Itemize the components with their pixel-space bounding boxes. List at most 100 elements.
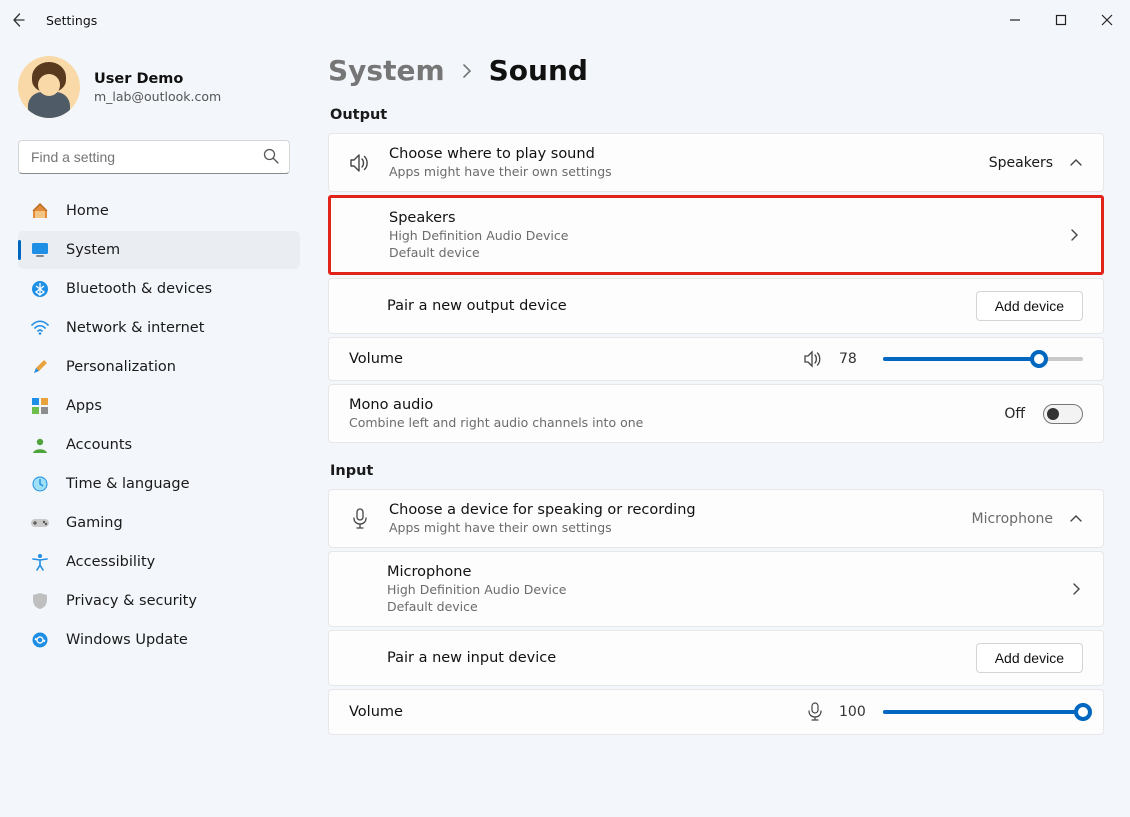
apps-icon <box>30 397 50 415</box>
search-icon <box>262 147 280 165</box>
home-icon <box>30 202 50 220</box>
titlebar: Settings <box>0 0 1130 40</box>
sidebar-item-label: Windows Update <box>66 632 188 648</box>
output-choose-subtitle: Apps might have their own settings <box>389 164 971 179</box>
sidebar-item-label: Accounts <box>66 437 132 453</box>
system-icon <box>30 242 50 258</box>
input-volume-value: 100 <box>839 704 867 720</box>
breadcrumb-parent[interactable]: System <box>328 54 445 87</box>
sidebar-item-label: Apps <box>66 398 102 414</box>
sidebar-item-accessibility[interactable]: Accessibility <box>18 543 300 581</box>
input-choose-value: Microphone <box>972 511 1054 527</box>
chevron-right-icon <box>1069 582 1083 596</box>
mono-audio-row: Mono audio Combine left and right audio … <box>328 384 1104 443</box>
sidebar-item-time-language[interactable]: Time & language <box>18 465 300 503</box>
speakers-title: Speakers <box>389 210 1049 226</box>
sidebar-item-label: Personalization <box>66 359 176 375</box>
microphone-icon[interactable] <box>807 702 823 722</box>
accessibility-icon <box>30 553 50 571</box>
section-input-label: Input <box>330 463 1104 479</box>
add-input-device-button[interactable]: Add device <box>976 643 1083 673</box>
chevron-up-icon <box>1069 156 1083 170</box>
microphone-line2: Default device <box>387 599 1051 614</box>
sidebar-item-network[interactable]: Network & internet <box>18 309 300 347</box>
page-title: Sound <box>489 54 588 87</box>
main-content: System Sound Output Choose where to play… <box>310 40 1130 817</box>
mono-subtitle: Combine left and right audio channels in… <box>349 415 986 430</box>
search-input[interactable] <box>18 140 290 174</box>
chevron-up-icon <box>1069 512 1083 526</box>
sidebar-item-label: Home <box>66 203 109 219</box>
sidebar-item-bluetooth[interactable]: Bluetooth & devices <box>18 270 300 308</box>
output-volume-label: Volume <box>349 351 785 367</box>
sidebar-item-label: Network & internet <box>66 320 204 336</box>
microphone-icon <box>349 508 371 530</box>
person-icon <box>30 436 50 454</box>
window-title: Settings <box>46 13 97 28</box>
back-button[interactable] <box>10 12 28 28</box>
speakers-line1: High Definition Audio Device <box>389 228 1049 243</box>
sidebar-item-personalization[interactable]: Personalization <box>18 348 300 386</box>
close-button[interactable] <box>1084 3 1130 37</box>
input-volume-row: Volume 100 <box>328 689 1104 735</box>
add-output-device-button[interactable]: Add device <box>976 291 1083 321</box>
input-volume-slider[interactable] <box>883 710 1083 714</box>
output-choose-value: Speakers <box>989 155 1053 171</box>
avatar <box>18 56 80 118</box>
speaker-icon <box>349 153 371 173</box>
user-block[interactable]: User Demo m_lab@outlook.com <box>18 52 300 136</box>
output-choose-row[interactable]: Choose where to play sound Apps might ha… <box>328 133 1104 192</box>
mono-toggle[interactable] <box>1043 404 1083 424</box>
output-volume-value: 78 <box>839 351 867 367</box>
sidebar-item-label: System <box>66 242 120 258</box>
user-email: m_lab@outlook.com <box>94 89 221 104</box>
output-speakers-row[interactable]: Speakers High Definition Audio Device De… <box>328 195 1104 275</box>
microphone-title: Microphone <box>387 564 1051 580</box>
sidebar: User Demo m_lab@outlook.com Home System <box>0 40 310 817</box>
minimize-button[interactable] <box>992 3 1038 37</box>
sidebar-item-apps[interactable]: Apps <box>18 387 300 425</box>
sidebar-item-label: Time & language <box>66 476 190 492</box>
update-icon <box>30 631 50 649</box>
output-volume-row: Volume 78 <box>328 337 1104 381</box>
brush-icon <box>30 358 50 376</box>
shield-icon <box>30 592 50 610</box>
speaker-icon[interactable] <box>803 350 823 368</box>
speakers-line2: Default device <box>389 245 1049 260</box>
mono-title: Mono audio <box>349 397 986 413</box>
chevron-right-icon <box>1067 228 1081 242</box>
output-volume-slider[interactable] <box>883 357 1083 361</box>
input-choose-title: Choose a device for speaking or recordin… <box>389 502 954 518</box>
arrow-left-icon <box>11 12 27 28</box>
output-choose-title: Choose where to play sound <box>389 146 971 162</box>
bluetooth-icon <box>30 280 50 298</box>
input-choose-row[interactable]: Choose a device for speaking or recordin… <box>328 489 1104 548</box>
chevron-right-icon <box>459 63 475 79</box>
sidebar-item-label: Gaming <box>66 515 123 531</box>
sidebar-item-system[interactable]: System <box>18 231 300 269</box>
sidebar-item-label: Bluetooth & devices <box>66 281 212 297</box>
sidebar-item-label: Privacy & security <box>66 593 197 609</box>
sidebar-item-label: Accessibility <box>66 554 155 570</box>
clock-globe-icon <box>30 475 50 493</box>
input-pair-row: Pair a new input device Add device <box>328 630 1104 686</box>
input-choose-subtitle: Apps might have their own settings <box>389 520 954 535</box>
input-microphone-row[interactable]: Microphone High Definition Audio Device … <box>328 551 1104 627</box>
sidebar-item-accounts[interactable]: Accounts <box>18 426 300 464</box>
wifi-icon <box>30 320 50 336</box>
output-pair-title: Pair a new output device <box>387 298 958 314</box>
breadcrumb: System Sound <box>328 54 1104 87</box>
sidebar-item-gaming[interactable]: Gaming <box>18 504 300 542</box>
input-pair-title: Pair a new input device <box>387 650 958 666</box>
input-volume-label: Volume <box>349 704 789 720</box>
section-output-label: Output <box>330 107 1104 123</box>
output-pair-row: Pair a new output device Add device <box>328 278 1104 334</box>
sidebar-item-windows-update[interactable]: Windows Update <box>18 621 300 659</box>
microphone-line1: High Definition Audio Device <box>387 582 1051 597</box>
maximize-button[interactable] <box>1038 3 1084 37</box>
user-name: User Demo <box>94 71 221 87</box>
gamepad-icon <box>30 516 50 530</box>
sidebar-item-home[interactable]: Home <box>18 192 300 230</box>
sidebar-item-privacy[interactable]: Privacy & security <box>18 582 300 620</box>
mono-state: Off <box>1004 406 1025 422</box>
